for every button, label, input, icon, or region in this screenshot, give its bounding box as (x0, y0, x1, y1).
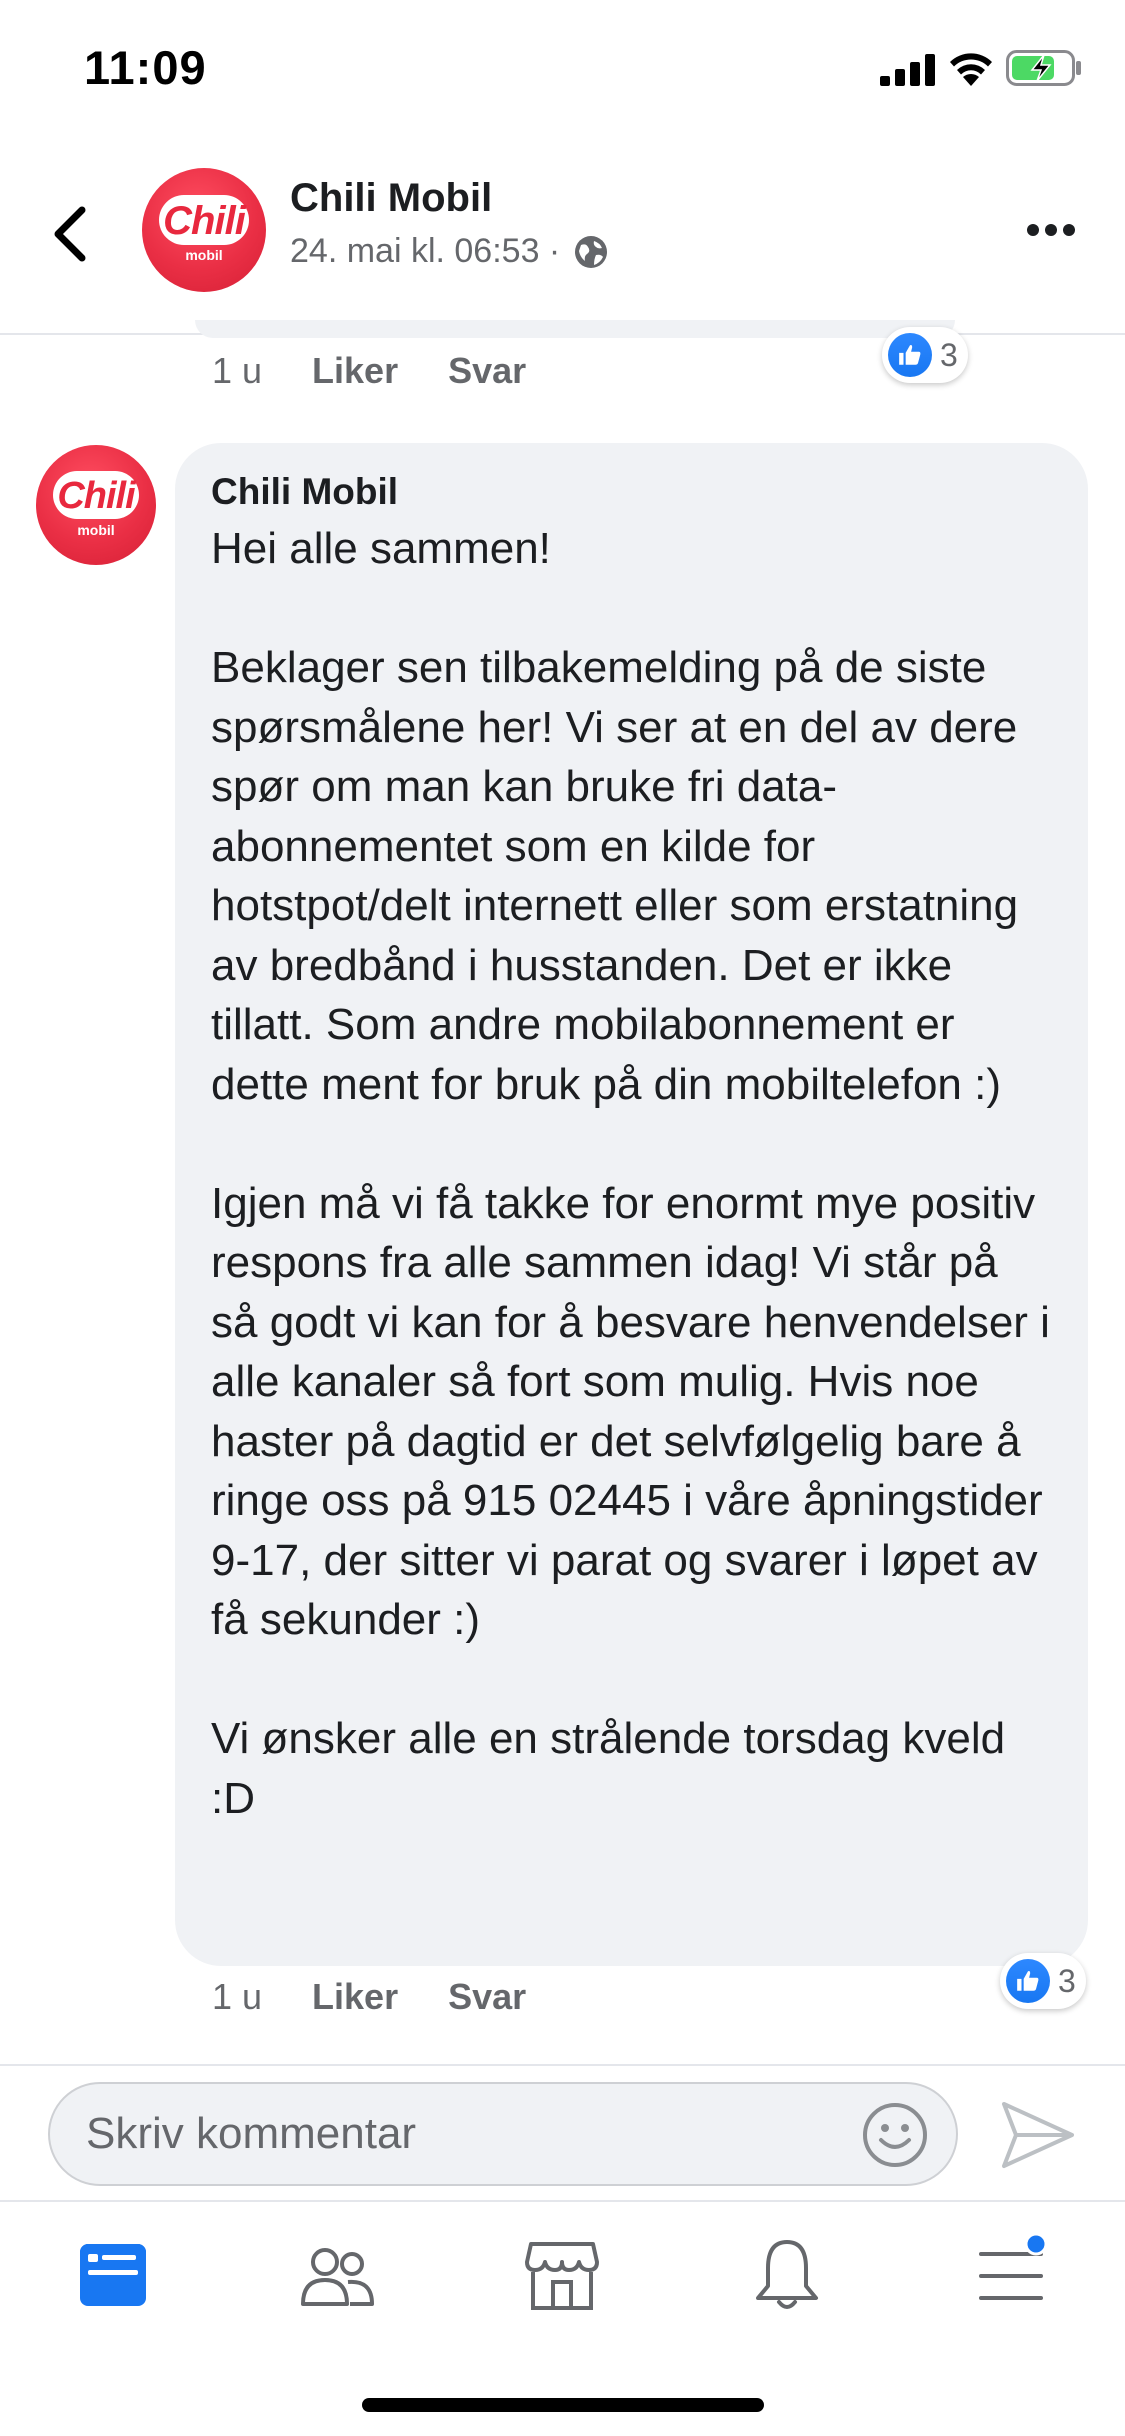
comment-body: Hei alle sammen! Beklager sen tilbakemel… (211, 519, 1052, 1828)
logo-subtext: mobil (185, 247, 223, 264)
previous-comment-bubble (195, 320, 955, 338)
thumbs-up-icon (888, 333, 932, 377)
globe-icon (575, 235, 608, 268)
comment-input[interactable] (86, 2084, 846, 2184)
emoji-icon[interactable] (862, 2102, 928, 2168)
battery-icon (1006, 50, 1081, 86)
status-time: 11:09 (84, 41, 207, 94)
comment-age: 1 u (212, 1976, 263, 2017)
post-meta: 24. mai kl. 06:53 · (290, 232, 610, 271)
reaction-count: 3 (940, 336, 958, 373)
tab-menu[interactable] (966, 2230, 1056, 2320)
comment-input-wrapper[interactable] (48, 2082, 958, 2186)
signal-icon (880, 54, 935, 86)
menu-icon (979, 2232, 1048, 2300)
logo-subtext: mobil (77, 521, 115, 538)
reply-button[interactable]: Svar (448, 350, 526, 392)
page-avatar[interactable]: Chili mobil (142, 168, 266, 292)
tab-groups[interactable] (292, 2230, 382, 2320)
back-icon[interactable] (48, 202, 92, 266)
like-button[interactable]: Liker (312, 1976, 398, 2018)
reaction-badge[interactable]: 3 (1000, 1953, 1086, 2009)
tab-notifications[interactable] (742, 2230, 832, 2320)
like-button[interactable]: Liker (312, 350, 398, 392)
reaction-count: 3 (1058, 1962, 1076, 1999)
comment-paragraph: Beklager sen tilbakemelding på de siste … (211, 643, 1019, 1109)
post-timestamp: 24. mai kl. 06:53 · (290, 232, 561, 270)
post-header: Chili mobil Chili Mobil 24. mai kl. 06:5… (0, 140, 1125, 335)
home-indicator (362, 2398, 764, 2412)
wifi-icon (950, 53, 992, 86)
send-icon[interactable] (1000, 2100, 1076, 2170)
comment-bubble: Chili Mobil Hei alle sammen! Beklager se… (175, 443, 1088, 1966)
comment-actions: 1 u Liker Svar (212, 1976, 526, 2018)
more-options-icon[interactable] (1026, 222, 1076, 238)
logo-text: Chili (57, 475, 135, 517)
comment-paragraph: Hei alle sammen! (211, 524, 551, 573)
thumbs-up-icon (1006, 1959, 1050, 2003)
groups-icon (301, 2248, 374, 2306)
page-title[interactable]: Chili Mobil (290, 176, 492, 221)
marketplace-icon (525, 2242, 599, 2310)
logo-text: Chili (163, 199, 246, 243)
comment-age: 1 u (212, 350, 263, 391)
comment-paragraph: Igjen må vi få takke for enormt mye posi… (211, 1178, 1050, 1645)
previous-comment-actions: 1 u Liker Svar (212, 350, 526, 392)
status-bar: 11:09 (0, 0, 1125, 140)
reaction-badge[interactable]: 3 (882, 327, 968, 383)
bell-icon (756, 2240, 818, 2309)
comment-author-avatar[interactable]: Chili mobil (36, 445, 156, 565)
comment-composer (0, 2064, 1125, 2200)
tab-marketplace[interactable] (517, 2230, 607, 2320)
reply-button[interactable]: Svar (448, 1976, 526, 2018)
tab-news-feed[interactable] (68, 2230, 158, 2320)
news-feed-icon (80, 2244, 146, 2306)
comment-paragraph: Vi ønsker alle en strålende torsdag kvel… (211, 1714, 1006, 1823)
comment-author[interactable]: Chili Mobil (211, 471, 1052, 513)
